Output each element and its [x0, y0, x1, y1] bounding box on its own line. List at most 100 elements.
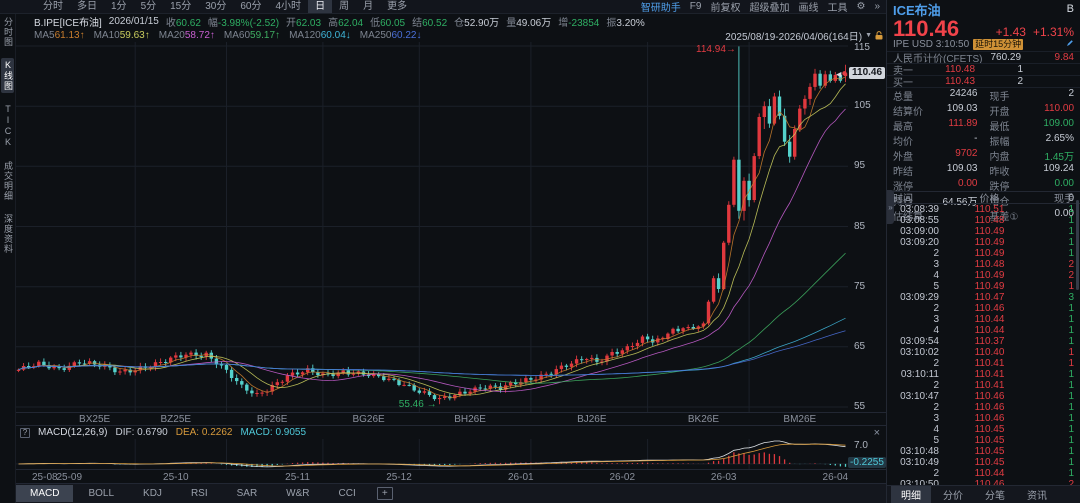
indicator-tab-W&R[interactable]: W&R [272, 485, 323, 502]
indicator-tab-SAR[interactable]: SAR [223, 485, 272, 502]
info-field-value: 62.04 [338, 18, 363, 29]
info-field-量: 量49.06万 [506, 14, 551, 28]
date-axis: 25-0825-0925-1025-1125-1226-0126-0226-03… [16, 469, 886, 483]
macd-chart[interactable] [16, 439, 848, 469]
indicator-tab-KDJ[interactable]: KDJ [129, 485, 176, 502]
sidebar-item-K线图[interactable]: K线图 [1, 58, 14, 93]
stat-开盘: 开盘110.00 [990, 103, 1075, 118]
indicator-dif-value: DIF: 0.6790 [115, 427, 167, 438]
indicator-dea-value: DEA: 0.2262 [176, 427, 233, 438]
collapse-panel-handle[interactable]: » [887, 190, 894, 224]
period-tab-周[interactable]: 周 [332, 0, 356, 13]
indicator-macd-value: MACD: 0.9055 [240, 427, 306, 438]
trade-qty: 1 [1040, 391, 1074, 402]
info-field-仓: 仓52.90万 [454, 14, 499, 28]
ma-value: 59.63↑ [120, 30, 150, 41]
symbol-label: B.IPE[ICE布油] [34, 14, 102, 28]
trade-time: 03:10:11 [893, 369, 939, 380]
trade-row: 03:10:47110.461 [887, 391, 1080, 402]
stat-label: 外盘 [893, 148, 913, 163]
trade-row: 4110.492 [887, 270, 1080, 281]
sidebar-item-成交明细[interactable]: 成交明细 [1, 159, 14, 203]
trade-qty: 1 [1040, 380, 1074, 391]
candlestick-chart[interactable]: 114.94→55.46 →◀ [16, 42, 848, 412]
date-label-25-08: 25-08 [32, 472, 58, 483]
unlock-icon[interactable] [875, 31, 883, 40]
price-tick-105: 105 [854, 100, 871, 111]
info-field-label: 增 [558, 18, 568, 29]
close-indicator-icon[interactable]: × [874, 427, 886, 439]
trade-time: 3 [893, 259, 939, 270]
toolbar-item-工具[interactable]: 工具 [827, 0, 847, 14]
panel-tab-明细[interactable]: 明细 [891, 486, 931, 503]
trade-price: 110.41 [939, 358, 1040, 369]
indicator-tab-MACD[interactable]: MACD [16, 485, 73, 502]
expand-icon[interactable]: » [874, 1, 880, 12]
toolbar-item-超级叠加[interactable]: 超级叠加 [749, 0, 789, 14]
panel-tab-分价[interactable]: 分价 [933, 486, 973, 503]
stat-label: 昨结 [893, 163, 913, 178]
price-row: 110.46 +1.43 +1.31% [887, 16, 1080, 38]
toolbar-item-画线[interactable]: 画线 [798, 0, 818, 14]
cny-row: 人民币计价(CFETS) 760.29 9.84 [887, 51, 1080, 63]
stat-value: 1.45万 [1045, 148, 1074, 163]
indicator-tab-BOLL[interactable]: BOLL [74, 485, 128, 502]
quote-panel: » ICE布油 B 110.46 +1.43 +1.31% IPE USD 3:… [886, 0, 1080, 503]
period-tab-30分[interactable]: 30分 [198, 0, 233, 13]
period-tab-分时[interactable]: 分时 [36, 0, 70, 13]
add-indicator-icon[interactable]: + [377, 487, 393, 500]
ma-label: MA60 [224, 30, 250, 41]
indicator-tab-CCI[interactable]: CCI [325, 485, 370, 502]
ma-legend-MA250: MA25060.22↓ [360, 30, 422, 41]
trade-qty: 1 [1040, 237, 1074, 248]
toolbar-item-F9[interactable]: F9 [690, 1, 702, 12]
trade-row: 2110.461 [887, 303, 1080, 314]
trade-time: 2 [893, 303, 939, 314]
help-icon[interactable]: ? [20, 428, 30, 438]
trade-time: 3 [893, 413, 939, 424]
period-tab-多日[interactable]: 多日 [70, 0, 104, 13]
trades-list[interactable]: 03:08:39110.51103:08:55110.48103:09:0011… [887, 204, 1080, 485]
period-tab-月[interactable]: 月 [356, 0, 380, 13]
info-field-增: 增-23854 [558, 14, 599, 28]
ma-label: MA120 [289, 30, 321, 41]
sidebar-item-深度资料[interactable]: 深度资料 [1, 212, 14, 256]
trade-time: 3 [893, 314, 939, 325]
sidebar-item-TICK[interactable]: TICK [1, 102, 14, 150]
period-tab-5分[interactable]: 5分 [134, 0, 164, 13]
panel-tab-分笔[interactable]: 分笔 [975, 486, 1015, 503]
price-tick-65: 65 [854, 341, 865, 352]
trade-time: 5 [893, 281, 939, 292]
period-tab-1分[interactable]: 1分 [104, 0, 134, 13]
stat-value: - [974, 133, 977, 148]
trade-time: 03:10:02 [893, 347, 939, 358]
info-field-高: 高62.04 [328, 14, 363, 28]
edit-icon[interactable] [1066, 39, 1074, 50]
trade-price: 110.45 [939, 435, 1040, 446]
panel-tab-资讯[interactable]: 资讯 [1017, 486, 1057, 503]
scrollbar[interactable] [1076, 200, 1079, 290]
trade-qty: 1 [1040, 457, 1074, 468]
trade-price: 110.46 [939, 413, 1040, 424]
stat-外盘: 外盘9702 [893, 148, 978, 163]
trade-qty: 1 [1040, 281, 1074, 292]
period-tab-更多[interactable]: 更多 [380, 0, 414, 13]
level-row-卖一: 卖一110.481 [887, 63, 1080, 75]
trade-row: 03:08:39110.511 [887, 204, 1080, 215]
price-tick-85: 85 [854, 221, 865, 232]
toolbar-item-智研助手[interactable]: 智研助手 [641, 0, 681, 14]
quote-panel-tabs: 明细分价分笔资讯 [887, 485, 1080, 503]
chart-section: 分时多日1分5分15分30分60分4小时日周月更多 智研助手 F9 前复权超级叠加画… [0, 0, 886, 503]
period-tab-日[interactable]: 日 [308, 0, 332, 13]
period-tab-60分[interactable]: 60分 [233, 0, 268, 13]
period-tab-15分[interactable]: 15分 [163, 0, 198, 13]
trade-time: 03:09:00 [893, 226, 939, 237]
period-tab-4小时[interactable]: 4小时 [269, 0, 309, 13]
date-range-selector[interactable]: 2025/08/19-2026/04/06(164日) ▼ [725, 28, 886, 43]
sidebar-item-分时图[interactable]: 分时图 [1, 15, 14, 49]
trade-price: 110.41 [939, 369, 1040, 380]
gear-icon[interactable]: ⚙ [856, 1, 865, 12]
trade-qty: 1 [1040, 424, 1074, 435]
toolbar-item-前复权[interactable]: 前复权 [710, 0, 740, 14]
indicator-tab-RSI[interactable]: RSI [177, 485, 222, 502]
